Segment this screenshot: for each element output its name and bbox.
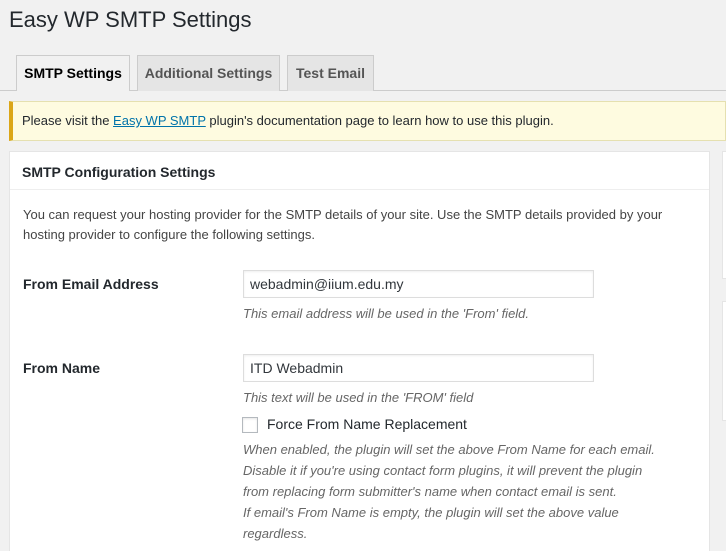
force-description-line-2: Disable it if you're using contact form … xyxy=(243,463,643,478)
easy-wp-smtp-link[interactable]: Easy WP SMTP xyxy=(113,113,206,128)
intro-text: You can request your hosting provider fo… xyxy=(23,207,663,242)
tab-additional-settings[interactable]: Additional Settings xyxy=(137,55,280,91)
page-title: Easy WP SMTP Settings xyxy=(9,7,252,32)
smtp-configuration-box: SMTP Configuration Settings You can requ… xyxy=(9,151,710,551)
from-name-description: This text will be used in the 'FROM' fie… xyxy=(243,390,474,405)
force-from-name-label[interactable]: Force From Name Replacement xyxy=(267,416,467,432)
from-email-description: This email address will be used in the '… xyxy=(243,306,530,321)
from-email-label: From Email Address xyxy=(23,276,159,292)
notice-suffix: plugin's documentation page to learn how… xyxy=(205,113,554,128)
force-from-name-checkbox[interactable] xyxy=(242,417,258,433)
from-email-input[interactable] xyxy=(243,270,594,298)
force-description-line-5: regardless. xyxy=(243,526,308,541)
side-box-bottom xyxy=(722,301,726,421)
box-title: SMTP Configuration Settings xyxy=(10,152,709,190)
force-description-line-3: from replacing form submitter's name whe… xyxy=(243,484,617,499)
tab-smtp-settings[interactable]: SMTP Settings xyxy=(16,55,130,91)
tab-test-email[interactable]: Test Email xyxy=(287,55,374,91)
force-description-line-4: If email's From Name is empty, the plugi… xyxy=(243,505,619,520)
from-name-label: From Name xyxy=(23,360,101,376)
notice-prefix: Please visit the xyxy=(22,113,114,128)
side-box-top xyxy=(722,151,726,279)
force-description-line-1: When enabled, the plugin will set the ab… xyxy=(243,442,655,457)
from-name-input[interactable] xyxy=(243,354,594,382)
documentation-notice: Please visit the Easy WP SMTP plugin's d… xyxy=(9,101,726,141)
